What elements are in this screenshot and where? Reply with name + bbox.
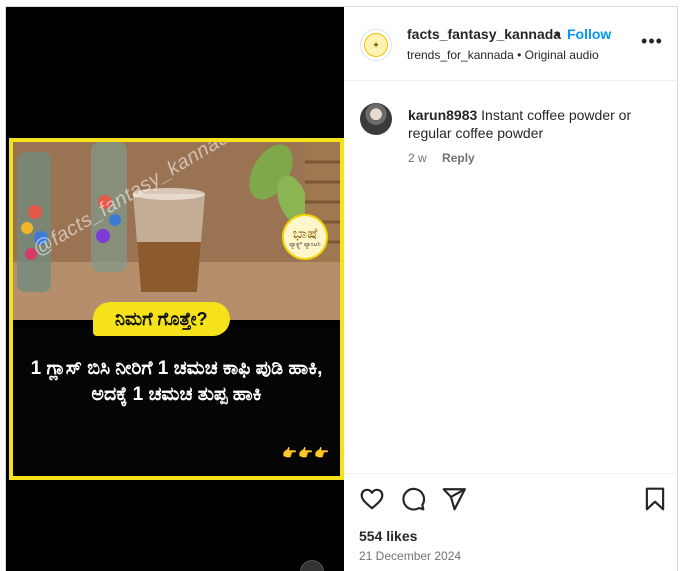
post-header: ✦ facts_fantasy_kannada • Follow trends_… xyxy=(344,7,677,81)
follow-button[interactable]: Follow xyxy=(567,26,611,42)
more-options-icon[interactable]: ••• xyxy=(640,31,664,55)
reply-button[interactable]: Reply xyxy=(442,151,475,165)
media-control-button[interactable] xyxy=(300,560,324,571)
channel-logo-badge: ಭಾಷೆ ಫ್ಯಾಕ್ಟ್ಸ್ ಫ್ಯಾಂಟಸಿ xyxy=(282,214,328,260)
author-logo-icon: ✦ xyxy=(364,33,388,57)
share-icon[interactable] xyxy=(441,486,467,512)
caption-area: 1 ಗ್ಲಾಸ್ ಬಿಸಿ ನೀರಿಗೆ 1 ಚಮಚ ಕಾಫಿ ಪುಡಿ ಹಾಕ… xyxy=(13,328,340,476)
coffee-glass-photo: @facts_fantasy_kannada ಭಾಷೆ ಫ್ಯಾಕ್ಟ್ಸ್ ಫ… xyxy=(13,142,340,320)
comment-text: karun8983 Instant coffee powder or regul… xyxy=(408,106,648,142)
comment-age[interactable]: 2 w xyxy=(408,151,427,165)
post-details-panel: ✦ facts_fantasy_kannada • Follow trends_… xyxy=(344,7,677,571)
comment-meta: 2 w Reply xyxy=(408,151,475,165)
media-pane[interactable]: @facts_fantasy_kannada ಭಾಷೆ ಫ್ಯಾಕ್ಟ್ಸ್ ಫ… xyxy=(6,7,344,571)
separator-dot: • xyxy=(555,26,560,42)
author-username[interactable]: facts_fantasy_kannada xyxy=(407,26,561,42)
action-bar: 554 likes 21 December 2024 xyxy=(344,473,677,571)
logo-text: ಫ್ಯಾಕ್ಟ್ಸ್ ಫ್ಯಾಂಟಸಿ xyxy=(289,241,321,248)
logo-glyph: ಭಾಷೆ xyxy=(292,224,318,241)
bookmark-icon[interactable] xyxy=(642,486,668,512)
post-date[interactable]: 21 December 2024 xyxy=(359,549,461,563)
video-content: @facts_fantasy_kannada ಭಾಷೆ ಫ್ಯಾಕ್ಟ್ಸ್ ಫ… xyxy=(13,142,340,476)
commenter-username[interactable]: karun8983 xyxy=(408,107,477,123)
question-banner: ನಿಮಗೆ ಗೊತ್ತೇ? xyxy=(93,302,230,336)
heart-icon[interactable] xyxy=(359,486,385,512)
likes-count[interactable]: 554 likes xyxy=(359,528,417,544)
author-avatar[interactable]: ✦ xyxy=(360,29,392,61)
post-dialog: @facts_fantasy_kannada ಭಾಷೆ ಫ್ಯಾಕ್ಟ್ಸ್ ಫ… xyxy=(5,6,678,571)
audio-subline[interactable]: trends_for_kannada • Original audio xyxy=(407,48,599,62)
commenter-avatar[interactable] xyxy=(360,103,392,135)
video-frame[interactable]: @facts_fantasy_kannada ಭಾಷೆ ಫ್ಯಾಕ್ಟ್ಸ್ ಫ… xyxy=(9,138,344,480)
pointing-hands-icon: 👉👉👉 xyxy=(282,446,330,460)
comment-icon[interactable] xyxy=(400,486,426,512)
video-caption: 1 ಗ್ಲಾಸ್ ಬಿಸಿ ನೀರಿಗೆ 1 ಚಮಚ ಕಾಫಿ ಪುಡಿ ಹಾಕ… xyxy=(30,358,323,405)
